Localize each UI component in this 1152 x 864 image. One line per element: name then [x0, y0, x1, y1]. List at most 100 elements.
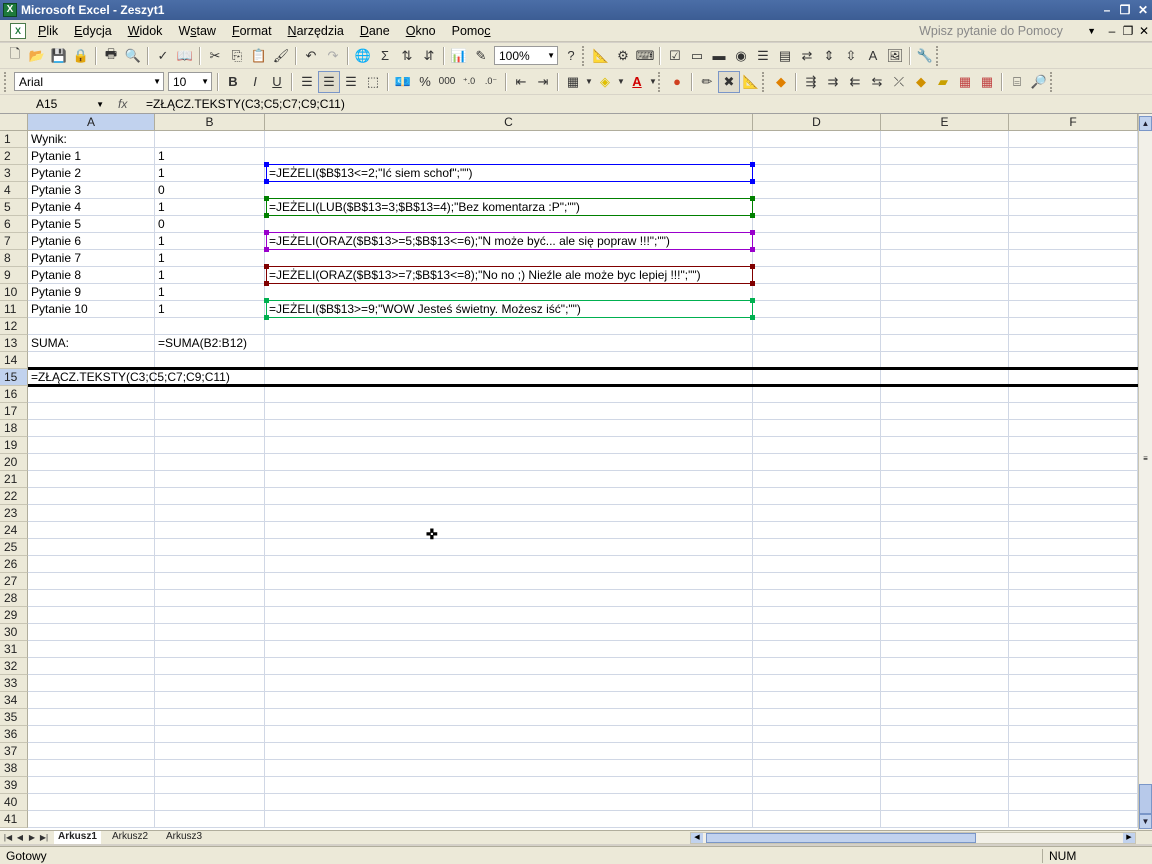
borders-icon[interactable]: ▦: [562, 71, 584, 93]
align-right-icon[interactable]: ☰: [340, 71, 362, 93]
row-header[interactable]: 4: [0, 182, 28, 199]
row-header[interactable]: 41: [0, 811, 28, 828]
remove-dependents-icon[interactable]: ⇆: [866, 71, 888, 93]
workbook-icon[interactable]: X: [10, 22, 26, 39]
range-handle[interactable]: [264, 213, 269, 218]
more-controls-icon[interactable]: 🔧: [914, 45, 936, 67]
formula-input[interactable]: =ZŁĄCZ.TEKSTY(C3;C5;C7;C9;C11): [146, 97, 345, 111]
range-handle[interactable]: [750, 196, 755, 201]
exit-design-icon[interactable]: 📐: [740, 71, 762, 93]
column-header[interactable]: B: [155, 114, 265, 131]
sort-descending-icon[interactable]: ⇵: [418, 45, 440, 67]
cell-b6[interactable]: 0: [156, 216, 266, 233]
horizontal-scroll-thumb[interactable]: [706, 833, 976, 843]
range-handle[interactable]: [750, 281, 755, 286]
increase-decimal-icon[interactable]: ⁺.0: [458, 71, 480, 93]
cell-a7[interactable]: Pytanie 6: [29, 233, 156, 250]
column-header[interactable]: F: [1009, 114, 1138, 131]
range-handle[interactable]: [750, 315, 755, 320]
spin-control-icon[interactable]: ⇕: [818, 45, 840, 67]
chevron-down-icon[interactable]: ▼: [616, 71, 626, 93]
cell-c11[interactable]: =JEŻELI($B$13>=9;"WOW Jesteś świetny. Mo…: [264, 298, 755, 320]
cell-a1[interactable]: Wynik:: [29, 131, 156, 148]
chevron-down-icon[interactable]: ▼: [1087, 26, 1096, 36]
range-handle[interactable]: [264, 179, 269, 184]
cell-b9[interactable]: 1: [156, 267, 266, 284]
cell-a6[interactable]: Pytanie 5: [29, 216, 156, 233]
row-header[interactable]: 31: [0, 641, 28, 658]
spelling-icon[interactable]: ✓: [152, 45, 174, 67]
row-header[interactable]: 11: [0, 301, 28, 318]
open-icon[interactable]: 📂: [26, 45, 48, 67]
row-header[interactable]: 33: [0, 675, 28, 692]
clear-circles-icon[interactable]: ▦: [976, 71, 998, 93]
watch-window-icon[interactable]: ⌸: [1006, 71, 1028, 93]
range-handle[interactable]: [264, 230, 269, 235]
textbox-control-icon[interactable]: ▭: [686, 45, 708, 67]
new-icon[interactable]: 🗋: [4, 45, 26, 67]
row-header[interactable]: 10: [0, 284, 28, 301]
range-handle[interactable]: [750, 230, 755, 235]
sort-ascending-icon[interactable]: ⇅: [396, 45, 418, 67]
font-select[interactable]: Arial ▼: [14, 72, 164, 91]
copy-icon[interactable]: ⎘: [226, 45, 248, 67]
checkbox-control-icon[interactable]: ☑: [664, 45, 686, 67]
toolbar-options-icon[interactable]: [762, 71, 766, 92]
range-handle[interactable]: [750, 213, 755, 218]
cell-b11[interactable]: 1: [156, 301, 266, 318]
comment-icon[interactable]: ▰: [932, 71, 954, 93]
help-search-input[interactable]: Wpisz pytanie do Pomocy: [919, 24, 1087, 38]
row-header[interactable]: 34: [0, 692, 28, 709]
decrease-indent-icon[interactable]: ⇤: [510, 71, 532, 93]
range-handle[interactable]: [264, 315, 269, 320]
comma-style-icon[interactable]: 000: [436, 71, 458, 93]
toolbar-options-icon[interactable]: [1050, 71, 1054, 92]
name-box[interactable]: A15 ▼: [0, 95, 110, 113]
scroll-right-icon[interactable]: ▶: [1123, 833, 1135, 843]
row-header[interactable]: 39: [0, 777, 28, 794]
cell-b3[interactable]: 1: [156, 165, 266, 182]
cell-a2[interactable]: Pytanie 1: [29, 148, 156, 165]
menu-item[interactable]: Wstaw: [170, 24, 224, 38]
save-icon[interactable]: 💾: [48, 45, 70, 67]
chevron-down-icon[interactable]: ▼: [648, 71, 658, 93]
underline-button[interactable]: U: [266, 71, 288, 93]
row-header[interactable]: 22: [0, 488, 28, 505]
menu-item[interactable]: Dane: [352, 24, 398, 38]
range-handle[interactable]: [750, 162, 755, 167]
zoom-select[interactable]: 100% ▼: [494, 46, 558, 65]
design-mode-icon[interactable]: 📐: [590, 45, 612, 67]
row-header[interactable]: 32: [0, 658, 28, 675]
maximize-button[interactable]: ❐: [1116, 3, 1134, 17]
menu-item[interactable]: Widok: [120, 24, 171, 38]
row-header[interactable]: 20: [0, 454, 28, 471]
cell-a5[interactable]: Pytanie 4: [29, 199, 156, 216]
first-sheet-icon[interactable]: |◀: [2, 831, 14, 844]
cell-a8[interactable]: Pytanie 7: [29, 250, 156, 267]
toolbar-options-icon[interactable]: [658, 71, 662, 92]
range-handle[interactable]: [264, 298, 269, 303]
format-painter-icon[interactable]: 🖌: [270, 45, 292, 67]
range-handle[interactable]: [750, 179, 755, 184]
toolbar-options-icon[interactable]: [936, 45, 940, 66]
design-mode-toggle-icon[interactable]: ✖: [718, 70, 740, 93]
column-header[interactable]: D: [753, 114, 881, 131]
menu-item[interactable]: Okno: [398, 24, 444, 38]
cell-b13[interactable]: =SUMA(B2:B12): [156, 335, 266, 352]
error-checking-icon[interactable]: ◆: [770, 71, 792, 93]
merge-center-icon[interactable]: ⬚: [362, 71, 384, 93]
cell-a11[interactable]: Pytanie 10: [29, 301, 156, 318]
autosum-icon[interactable]: Σ: [374, 45, 396, 67]
range-handle[interactable]: [264, 162, 269, 167]
cell-b5[interactable]: 1: [156, 199, 266, 216]
align-center-icon[interactable]: ☰: [318, 70, 340, 93]
circle-invalid-icon[interactable]: ▦: [954, 71, 976, 93]
research-icon[interactable]: 📖: [174, 45, 196, 67]
cell-b7[interactable]: 1: [156, 233, 266, 250]
select-all-corner[interactable]: [0, 114, 28, 131]
drawing-icon[interactable]: ✎: [470, 45, 492, 67]
record-macro-icon[interactable]: ●: [666, 71, 688, 93]
range-handle[interactable]: [264, 281, 269, 286]
cell-c7[interactable]: =JEŻELI(ORAZ($B$13>=5;$B$13<=6);"N może …: [264, 230, 755, 252]
row-header[interactable]: 2: [0, 148, 28, 165]
